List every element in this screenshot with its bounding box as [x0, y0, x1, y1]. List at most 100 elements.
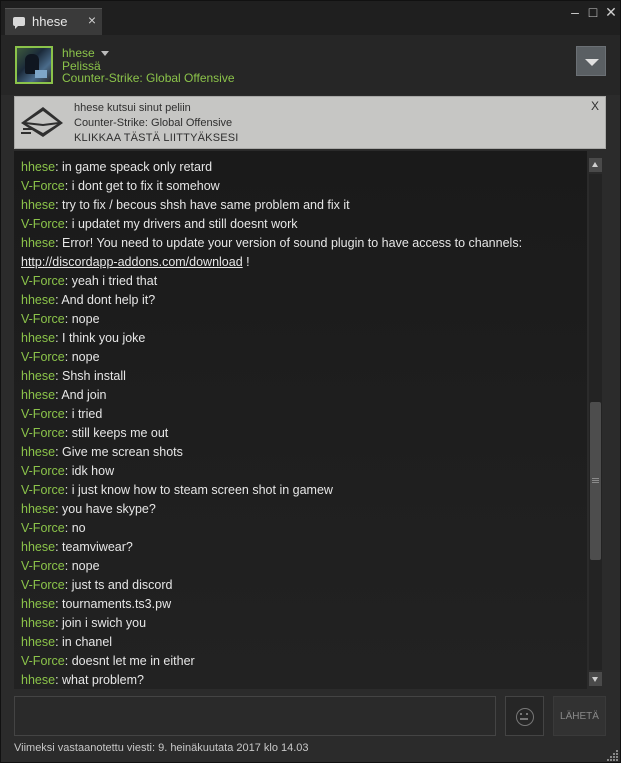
message-sender[interactable]: V-Force: [21, 426, 65, 440]
message-text: : Shsh install: [55, 369, 126, 383]
message-sender[interactable]: hhese: [21, 369, 55, 383]
caret-down-icon: [100, 51, 109, 57]
message-sender[interactable]: V-Force: [21, 578, 65, 592]
message-sender[interactable]: V-Force: [21, 217, 65, 231]
chat-bubble-icon: [13, 17, 25, 29]
message-text: : idk how: [64, 464, 115, 478]
last-message-info: Viimeksi vastaanotettu viesti: 9. heinäk…: [14, 742, 309, 754]
message-text: : what problem?: [55, 673, 144, 687]
chat-message: V-Force: idk how: [21, 464, 114, 479]
message-sender[interactable]: V-Force: [21, 407, 65, 421]
chat-scrollbar[interactable]: [589, 158, 602, 686]
message-text: : nope: [64, 559, 100, 573]
scroll-thumb[interactable]: [590, 402, 601, 560]
grip-icon: [592, 478, 599, 484]
chat-message: hhese: what problem?: [21, 673, 144, 688]
message-text: : in game speack only retard: [55, 160, 213, 174]
message-text: : in chanel: [55, 635, 113, 649]
message-text: : nope: [64, 312, 100, 326]
friend-game: Counter-Strike: Global Offensive: [62, 71, 235, 85]
chat-window: hhese × – □ ✕ hhese Pelissä Counter-Stri…: [0, 0, 621, 763]
chat-message: V-Force: nope: [21, 312, 100, 327]
message-text: !: [242, 255, 250, 269]
resize-grip-icon[interactable]: [607, 749, 619, 761]
message-sender[interactable]: hhese: [21, 388, 55, 402]
chat-message: http://discordapp-addons.com/download !: [21, 255, 250, 270]
invite-text: hhese kutsui sinut peliin: [74, 102, 191, 114]
message-sender[interactable]: hhese: [21, 673, 55, 687]
message-sender[interactable]: V-Force: [21, 559, 65, 573]
invite-dismiss-button[interactable]: X: [591, 99, 599, 113]
game-invite-banner[interactable]: hhese kutsui sinut peliin Counter-Strike…: [14, 96, 606, 149]
scroll-down-button[interactable]: [589, 672, 602, 686]
minimize-button[interactable]: –: [567, 4, 583, 20]
message-text: : Give me screan shots: [55, 445, 183, 459]
message-text: : tournaments.ts3.pw: [55, 597, 172, 611]
chevron-down-icon: [585, 59, 599, 66]
message-text: : no: [64, 521, 86, 535]
message-text: : doesnt let me in either: [64, 654, 195, 668]
message-sender[interactable]: V-Force: [21, 521, 65, 535]
message-text: : you have skype?: [55, 502, 156, 516]
close-button[interactable]: ✕: [603, 4, 619, 21]
message-text: : i updatet my drivers and still doesnt …: [64, 217, 298, 231]
chat-message: V-Force: i just know how to steam screen…: [21, 483, 333, 498]
avatar[interactable]: [15, 46, 53, 84]
message-input[interactable]: [14, 696, 496, 736]
invite-game: Counter-Strike: Global Offensive: [74, 117, 233, 129]
message-sender[interactable]: hhese: [21, 597, 55, 611]
emoji-button[interactable]: [505, 696, 544, 736]
message-sender[interactable]: hhese: [21, 540, 55, 554]
chat-message: hhese: try to fix / becous shsh have sam…: [21, 198, 350, 213]
message-sender[interactable]: hhese: [21, 160, 55, 174]
chat-message: hhese: join i swich you: [21, 616, 146, 631]
message-text: : I think you joke: [55, 331, 146, 345]
friend-name-dropdown[interactable]: hhese: [62, 46, 109, 60]
emoji-face-icon: [516, 708, 534, 726]
chat-menu-button[interactable]: [576, 46, 606, 76]
send-button[interactable]: LÄHETÄ: [553, 696, 606, 736]
message-sender[interactable]: V-Force: [21, 464, 65, 478]
message-sender[interactable]: V-Force: [21, 312, 65, 326]
message-text: : And join: [55, 388, 107, 402]
invite-join-link[interactable]: KLIKKAA TÄSTÄ LIITTYÄKSESI: [74, 132, 239, 144]
maximize-button[interactable]: □: [585, 4, 601, 20]
chat-message: hhese: teamviwear?: [21, 540, 133, 555]
message-sender[interactable]: hhese: [21, 445, 55, 459]
message-sender[interactable]: V-Force: [21, 274, 65, 288]
chat-message: hhese: Shsh install: [21, 369, 126, 384]
chat-tab[interactable]: hhese ×: [5, 8, 102, 36]
message-text: : try to fix / becous shsh have same pro…: [55, 198, 350, 212]
message-text: : And dont help it?: [55, 293, 156, 307]
chat-message: V-Force: i tried: [21, 407, 102, 422]
message-sender[interactable]: V-Force: [21, 654, 65, 668]
message-sender[interactable]: hhese: [21, 198, 55, 212]
message-text: : i just know how to steam screen shot i…: [64, 483, 333, 497]
message-sender[interactable]: V-Force: [21, 350, 65, 364]
message-sender[interactable]: hhese: [21, 293, 55, 307]
chat-message: hhese: you have skype?: [21, 502, 156, 517]
friend-name: hhese: [62, 46, 95, 60]
tab-title: hhese: [32, 14, 68, 29]
tab-close-button[interactable]: ×: [88, 12, 96, 28]
message-sender[interactable]: V-Force: [21, 483, 65, 497]
message-sender[interactable]: hhese: [21, 331, 55, 345]
message-sender[interactable]: V-Force: [21, 179, 65, 193]
chat-message: hhese: in chanel: [21, 635, 112, 650]
message-sender[interactable]: hhese: [21, 236, 55, 250]
message-sender[interactable]: hhese: [21, 616, 55, 630]
chat-message: V-Force: still keeps me out: [21, 426, 168, 441]
chat-message: V-Force: nope: [21, 350, 100, 365]
chat-message: V-Force: i dont get to fix it somehow: [21, 179, 220, 194]
chat-message: V-Force: i updatet my drivers and still …: [21, 217, 298, 232]
message-text: : join i swich you: [55, 616, 147, 630]
message-sender[interactable]: hhese: [21, 502, 55, 516]
chat-message: hhese: And join: [21, 388, 107, 403]
friend-header: hhese Pelissä Counter-Strike: Global Off…: [1, 35, 620, 95]
scroll-up-button[interactable]: [589, 158, 602, 172]
message-link[interactable]: http://discordapp-addons.com/download: [21, 255, 243, 269]
scroll-track[interactable]: [589, 174, 602, 670]
message-text: : i dont get to fix it somehow: [64, 179, 220, 193]
chat-log: hhese: in game speack only retard V-Force…: [14, 151, 587, 689]
message-sender[interactable]: hhese: [21, 635, 55, 649]
